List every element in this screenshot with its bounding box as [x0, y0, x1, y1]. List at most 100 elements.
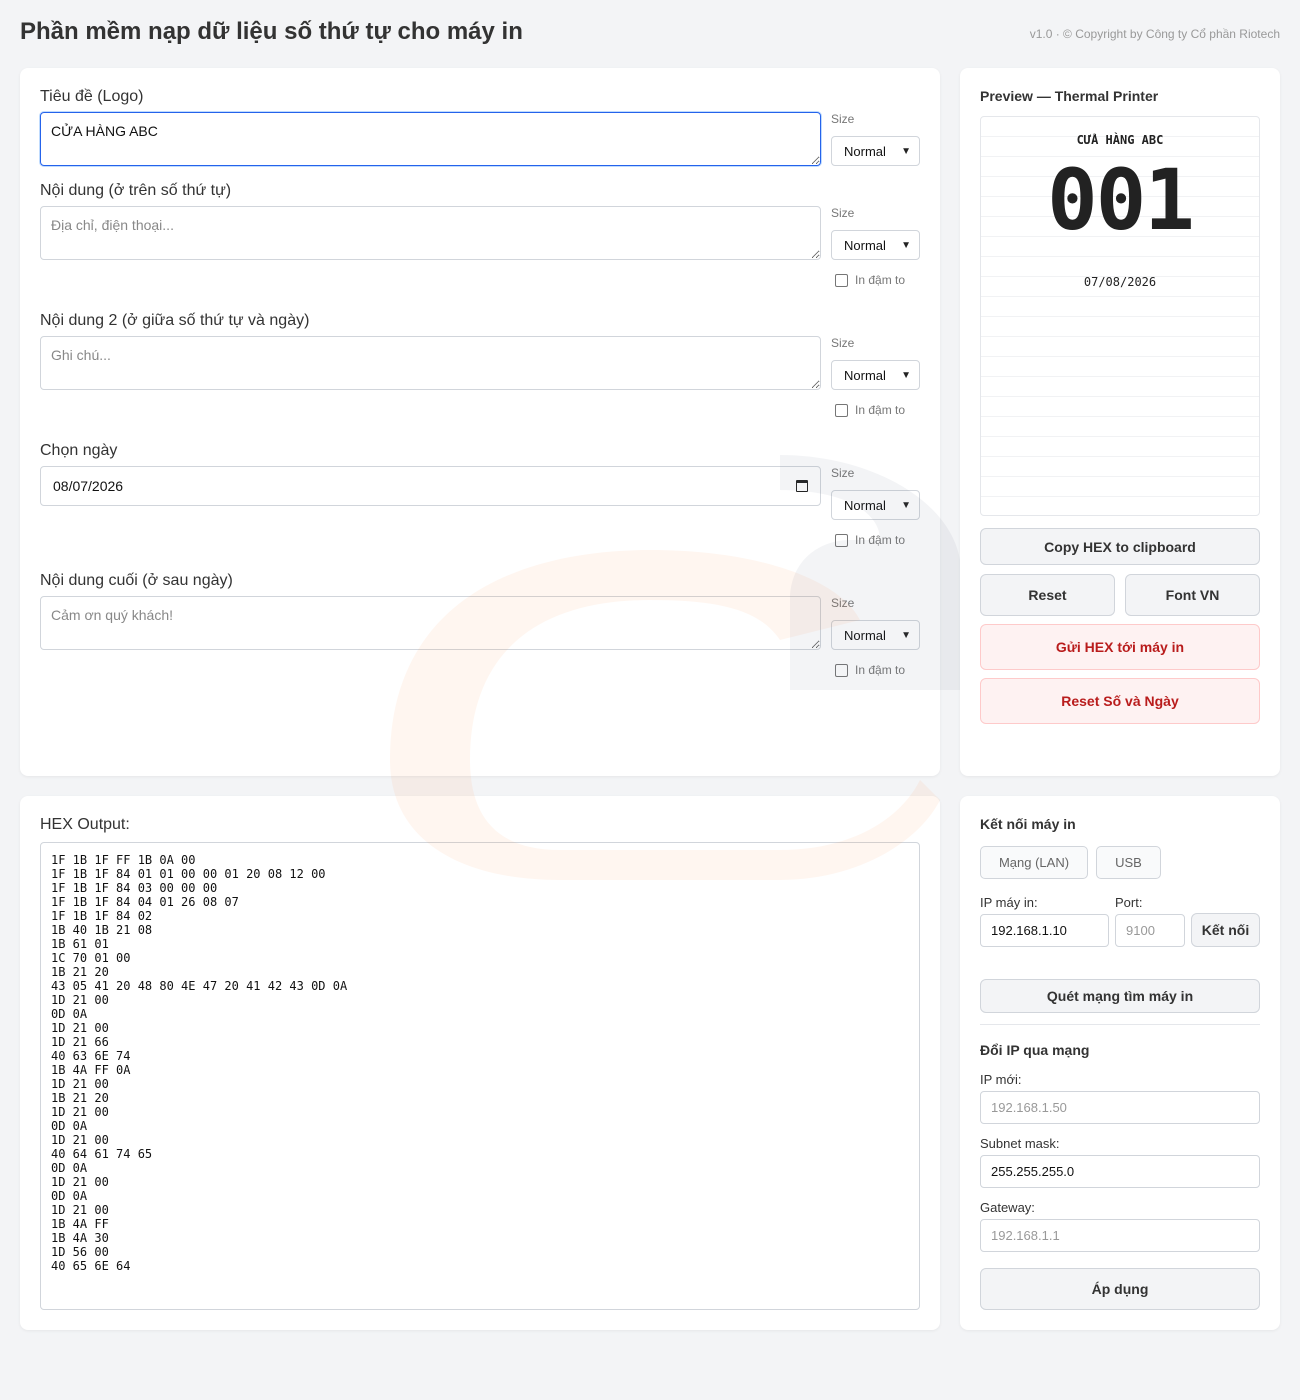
- connect-button[interactable]: Kết nối: [1191, 913, 1260, 947]
- date-label: Chọn ngày: [40, 442, 118, 459]
- content2-size-value: Normal: [844, 367, 886, 383]
- subnet-label: Subnet mask:: [980, 1136, 1060, 1151]
- hex-line: 43 05 41 20 48 80 4E 47 20 41 42 43 0D 0…: [51, 979, 348, 993]
- scan-network-button[interactable]: Quét mạng tìm máy in: [980, 979, 1260, 1013]
- hex-line: 40 65 6E 64: [51, 1259, 131, 1273]
- font-vn-button[interactable]: Font VN: [1125, 574, 1260, 616]
- content2-bold-row[interactable]: In đậm to: [835, 403, 905, 417]
- hex-line: 1F 1B 1F 84 03 00 00 00: [51, 881, 218, 895]
- hex-line: 1F 1B 1F FF 1B 0A 00: [51, 853, 196, 867]
- chevron-down-icon: ▼: [901, 145, 911, 157]
- ip-input[interactable]: 192.168.1.10: [980, 914, 1109, 947]
- date-bold-checkbox[interactable]: [835, 533, 848, 547]
- change-ip-title: Đổi IP qua mạng: [980, 1042, 1090, 1058]
- subnet-input[interactable]: 255.255.255.0: [980, 1155, 1260, 1188]
- chevron-down-icon: ▼: [901, 629, 911, 641]
- date-size-select[interactable]: Normal ▼: [831, 490, 920, 520]
- content2-size-select[interactable]: Normal ▼: [831, 360, 920, 390]
- content1-size-label: Size: [831, 206, 855, 220]
- apply-button[interactable]: Áp dụng: [980, 1268, 1260, 1310]
- hex-line: 1B 61 01: [51, 937, 109, 951]
- footer-size-select[interactable]: Normal ▼: [831, 620, 920, 650]
- content2-bold-checkbox[interactable]: [835, 403, 848, 417]
- connection-title: Kết nối máy in: [980, 816, 1076, 832]
- hex-line: 1F 1B 1F 84 04 01 26 08 07: [51, 895, 239, 909]
- hex-line: 1F 1B 1F 84 01 01 00 00 01 20 08 12 00: [51, 867, 326, 881]
- hex-card: HEX Output: 1F 1B 1F FF 1B 0A 00 1F 1B 1F…: [20, 796, 940, 1330]
- hex-line: 1F 1B 1F 84 02: [51, 909, 153, 923]
- content1-size-select[interactable]: Normal ▼: [831, 230, 920, 260]
- footer-bold-label: In đậm to: [855, 663, 906, 677]
- date-input[interactable]: 08/07/2026: [40, 466, 821, 506]
- hex-line: 1B 4A FF: [51, 1217, 109, 1231]
- hex-line: 1B 21 20: [51, 965, 109, 979]
- logo-textarea[interactable]: [40, 112, 821, 166]
- hex-line: 0D 0A: [51, 1007, 88, 1021]
- footer-size-label: Size: [831, 596, 855, 610]
- chevron-down-icon: ▼: [901, 499, 911, 511]
- footer-size-value: Normal: [844, 627, 886, 643]
- date-value: 08/07/2026: [53, 478, 124, 494]
- page-header: Phần mềm nạp dữ liệu số thứ tự cho máy i…: [20, 18, 1280, 50]
- send-hex-button[interactable]: Gửi HEX tới máy in: [980, 624, 1260, 670]
- content1-textarea[interactable]: [40, 206, 821, 260]
- hex-line: 0D 0A: [51, 1161, 88, 1175]
- footer-textarea[interactable]: [40, 596, 821, 650]
- hex-line: 1B 4A 30: [51, 1231, 109, 1245]
- chevron-down-icon: ▼: [901, 369, 911, 381]
- hex-line: 1D 21 00: [51, 993, 109, 1007]
- date-bold-row[interactable]: In đậm to: [835, 533, 905, 547]
- content2-label: Nội dung 2 (ở giữa số thứ tự và ngày): [40, 312, 310, 329]
- hex-line: 1D 21 00: [51, 1203, 109, 1217]
- hex-line: 1D 21 66: [51, 1035, 109, 1049]
- gateway-label: Gateway:: [980, 1200, 1035, 1215]
- footer-bold-checkbox[interactable]: [835, 663, 848, 677]
- tab-usb[interactable]: USB: [1096, 846, 1161, 879]
- logo-size-label: Size: [831, 112, 855, 126]
- content2-size-label: Size: [831, 336, 855, 350]
- receipt-number: 001: [1047, 151, 1195, 249]
- hex-line: 1C 70 01 00: [51, 951, 131, 965]
- hex-line: 1D 21 00: [51, 1077, 109, 1091]
- date-size-label: Size: [831, 466, 855, 480]
- content1-size-value: Normal: [844, 237, 886, 253]
- hex-line: 0D 0A: [51, 1189, 88, 1203]
- logo-size-value: Normal: [844, 143, 886, 159]
- footer-bold-row[interactable]: In đậm to: [835, 663, 905, 677]
- receipt-preview: CỬA HÀNG ABC 001 07/08/2026: [980, 116, 1260, 516]
- hex-line: 1B 40 1B 21 08: [51, 923, 153, 937]
- reset-button[interactable]: Reset: [980, 574, 1115, 616]
- chevron-down-icon: ▼: [901, 239, 911, 251]
- new-ip-label: IP mới:: [980, 1072, 1022, 1087]
- page-title: Phần mềm nạp dữ liệu số thứ tự cho máy i…: [20, 18, 523, 45]
- hex-line: 1B 4A FF 0A: [51, 1063, 131, 1077]
- form-card: Tiêu đề (Logo) Size Normal ▼ Nội dung (ở …: [20, 68, 940, 776]
- copyright-text: v1.0 · © Copyright by Công ty Cổ phần Ri…: [1029, 27, 1280, 41]
- port-label: Port:: [1115, 895, 1143, 910]
- date-bold-label: In đậm to: [855, 533, 906, 547]
- tab-lan[interactable]: Mạng (LAN): [980, 846, 1088, 879]
- reset-number-date-button[interactable]: Reset Số và Ngày: [980, 678, 1260, 724]
- logo-size-select[interactable]: Normal ▼: [831, 136, 920, 166]
- hex-line: 40 64 61 74 65: [51, 1147, 153, 1161]
- preview-card: Preview — Thermal Printer CỬA HÀNG ABC 0…: [960, 68, 1280, 776]
- hex-output-textarea[interactable]: 1F 1B 1F FF 1B 0A 00 1F 1B 1F 84 01 01 00…: [40, 842, 920, 1310]
- content1-bold-label: In đậm to: [855, 273, 906, 287]
- gateway-input[interactable]: 192.168.1.1: [980, 1219, 1260, 1252]
- content2-textarea[interactable]: [40, 336, 821, 390]
- port-input[interactable]: 9100: [1115, 914, 1185, 947]
- divider: [980, 1024, 1260, 1025]
- date-size-value: Normal: [844, 497, 886, 513]
- hex-line: 1D 21 00: [51, 1105, 109, 1119]
- content1-bold-checkbox[interactable]: [835, 273, 848, 287]
- content2-bold-label: In đậm to: [855, 403, 906, 417]
- content1-label: Nội dung (ở trên số thứ tự): [40, 182, 232, 199]
- calendar-icon[interactable]: [796, 480, 808, 492]
- connection-card: Kết nối máy in Mạng (LAN) USB IP máy in:…: [960, 796, 1280, 1330]
- copy-hex-button[interactable]: Copy HEX to clipboard: [980, 528, 1260, 565]
- content1-bold-row[interactable]: In đậm to: [835, 273, 905, 287]
- new-ip-input[interactable]: 192.168.1.50: [980, 1091, 1260, 1124]
- hex-line: 1B 21 20: [51, 1091, 109, 1105]
- hex-line: 1D 21 00: [51, 1175, 109, 1189]
- ip-label: IP máy in:: [980, 895, 1038, 910]
